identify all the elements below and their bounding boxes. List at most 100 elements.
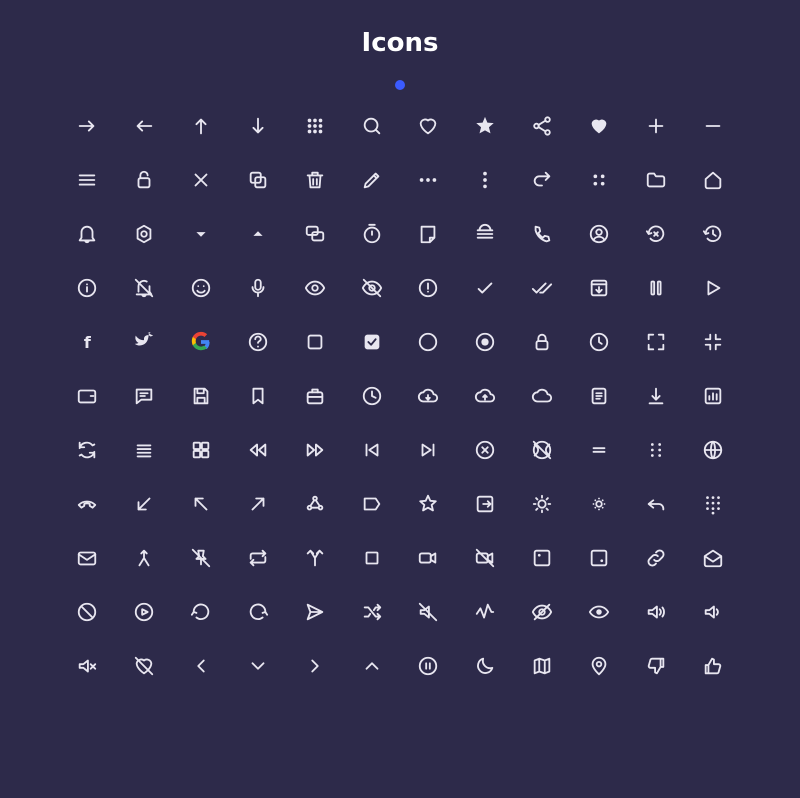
briefcase-icon[interactable] (303, 384, 327, 408)
close-icon[interactable] (189, 168, 213, 192)
phone-icon[interactable] (530, 222, 554, 246)
video-icon[interactable] (416, 546, 440, 570)
arrow-down-left-icon[interactable] (132, 492, 156, 516)
note-icon[interactable] (416, 222, 440, 246)
point-br-icon[interactable] (587, 546, 611, 570)
grid-apps-icon[interactable] (189, 438, 213, 462)
skip-forward-icon[interactable] (416, 438, 440, 462)
close-circle-icon[interactable] (473, 438, 497, 462)
caret-up-icon[interactable] (246, 222, 270, 246)
heart-outline-icon[interactable] (416, 114, 440, 138)
help-circle-icon[interactable] (246, 330, 270, 354)
bell-off-icon[interactable] (132, 276, 156, 300)
settings-hex-icon[interactable] (132, 222, 156, 246)
arrow-left-icon[interactable] (132, 114, 156, 138)
volume-mute-icon[interactable] (75, 654, 99, 678)
phone-hangup-icon[interactable] (75, 492, 99, 516)
tag-icon[interactable] (360, 492, 384, 516)
cloud-download-icon[interactable] (416, 384, 440, 408)
play-icon[interactable] (701, 276, 725, 300)
brightness-high-icon[interactable] (530, 492, 554, 516)
arrow-up-left-icon[interactable] (189, 492, 213, 516)
eye-off-icon[interactable] (360, 276, 384, 300)
save-icon[interactable] (189, 384, 213, 408)
document-icon[interactable] (587, 384, 611, 408)
mic-icon[interactable] (246, 276, 270, 300)
share-nodes-icon[interactable] (303, 492, 327, 516)
message-icon[interactable] (132, 384, 156, 408)
alert-circle-icon[interactable] (416, 276, 440, 300)
smile-icon[interactable] (189, 276, 213, 300)
timer-icon[interactable] (360, 222, 384, 246)
moon-icon[interactable] (473, 654, 497, 678)
fullscreen-icon[interactable] (644, 330, 668, 354)
mail-icon[interactable] (75, 546, 99, 570)
stop-icon[interactable] (360, 546, 384, 570)
bookmark-icon[interactable] (246, 384, 270, 408)
unlock-icon[interactable] (132, 168, 156, 192)
wallet-icon[interactable] (75, 384, 99, 408)
chevron-right-icon[interactable] (303, 654, 327, 678)
volume-off-icon[interactable] (416, 600, 440, 624)
send-icon[interactable] (303, 600, 327, 624)
burger-menu-icon[interactable] (473, 222, 497, 246)
arrow-right-icon[interactable] (75, 114, 99, 138)
caret-down-icon[interactable] (189, 222, 213, 246)
double-check-icon[interactable] (530, 276, 554, 300)
search-icon[interactable] (360, 114, 384, 138)
heart-filled-icon[interactable] (587, 114, 611, 138)
eye-icon[interactable] (303, 276, 327, 300)
google-icon[interactable] (189, 330, 213, 354)
drag-dots-icon[interactable] (644, 438, 668, 462)
radio-selected-icon[interactable] (473, 330, 497, 354)
star-outline-icon[interactable] (416, 492, 440, 516)
bar-chart-icon[interactable] (701, 384, 725, 408)
mail-open-icon[interactable] (701, 546, 725, 570)
arrow-down-icon[interactable] (246, 114, 270, 138)
circle-outline-icon[interactable] (416, 330, 440, 354)
grid-dots-icon[interactable] (303, 114, 327, 138)
chevron-left-icon[interactable] (189, 654, 213, 678)
square-icon[interactable] (303, 330, 327, 354)
archive-down-icon[interactable] (587, 276, 611, 300)
reply-icon[interactable] (644, 492, 668, 516)
point-tl-icon[interactable] (530, 546, 554, 570)
chevron-down-icon[interactable] (246, 654, 270, 678)
star-filled-icon[interactable] (473, 114, 497, 138)
video-off-icon[interactable] (473, 546, 497, 570)
comments-icon[interactable] (303, 222, 327, 246)
lock-icon[interactable] (530, 330, 554, 354)
more-vert-icon[interactable] (473, 168, 497, 192)
heart-broken-icon[interactable] (132, 654, 156, 678)
info-icon[interactable] (75, 276, 99, 300)
minus-icon[interactable] (701, 114, 725, 138)
list-icon[interactable] (132, 438, 156, 462)
speaker-icon[interactable] (644, 600, 668, 624)
arrow-up-icon[interactable] (189, 114, 213, 138)
play-circle-icon[interactable] (132, 600, 156, 624)
rotate-ccw-icon[interactable] (189, 600, 213, 624)
map-icon[interactable] (530, 654, 554, 678)
equals-icon[interactable] (587, 438, 611, 462)
check-icon[interactable] (473, 276, 497, 300)
four-dots-icon[interactable] (587, 168, 611, 192)
cloud-icon[interactable] (530, 384, 554, 408)
download-icon[interactable] (644, 384, 668, 408)
offline-icon[interactable] (530, 438, 554, 462)
eye-open-icon[interactable] (587, 600, 611, 624)
more-horiz-icon[interactable] (416, 168, 440, 192)
plus-icon[interactable] (644, 114, 668, 138)
skip-back-icon[interactable] (360, 438, 384, 462)
split-icon[interactable] (303, 546, 327, 570)
chevron-up-icon[interactable] (360, 654, 384, 678)
trash-icon[interactable] (303, 168, 327, 192)
shuffle-icon[interactable] (360, 600, 384, 624)
share-icon[interactable] (530, 114, 554, 138)
pin-off-icon[interactable] (189, 546, 213, 570)
twitter-icon[interactable] (132, 330, 156, 354)
repeat-icon[interactable] (246, 546, 270, 570)
merge-icon[interactable] (132, 546, 156, 570)
pause-circle-icon[interactable] (416, 654, 440, 678)
redo-icon[interactable] (530, 168, 554, 192)
activity-icon[interactable] (473, 600, 497, 624)
